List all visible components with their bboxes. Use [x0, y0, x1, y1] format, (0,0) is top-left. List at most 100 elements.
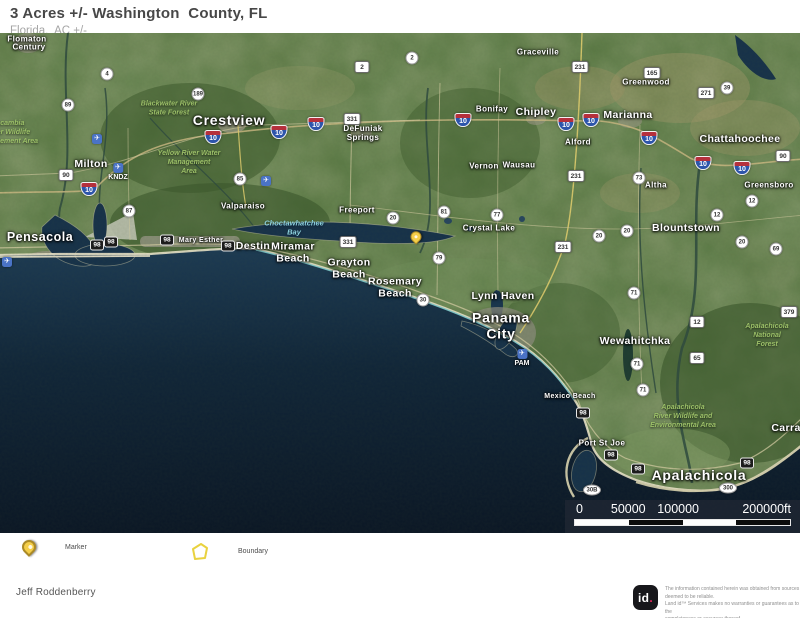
marker-icon — [22, 540, 36, 554]
route-shield-10: 10 — [641, 131, 658, 145]
map-city-label: Century — [12, 44, 45, 53]
legend-item-boundary: Boundary — [190, 542, 268, 561]
route-shield-4: 4 — [101, 68, 114, 81]
map-city-label: Alford — [565, 139, 591, 148]
marker-pin-icon[interactable] — [408, 229, 424, 245]
route-shield-30: 30 — [417, 294, 430, 307]
map-city-label: Blountstown — [652, 223, 720, 235]
route-shield-90: 90 — [59, 169, 74, 181]
route-shield-89: 89 — [62, 99, 75, 112]
map-city-label: Apalachicola — [652, 468, 747, 484]
map-city-label: Rosemary Beach — [368, 276, 422, 300]
map-city-label: Milton — [74, 159, 107, 171]
airport-icon: ✈ — [2, 257, 12, 267]
map-scale-bar: 0 50000 100000 200000ft — [565, 500, 800, 533]
map-city-label: Crestview — [193, 113, 265, 129]
map-annotations: FlomatonCenturyMiltonPensacolaCrestviewD… — [0, 33, 800, 533]
route-shield-20: 20 — [387, 212, 400, 225]
route-shield-20: 20 — [593, 230, 606, 243]
route-shield-165: 165 — [644, 67, 661, 79]
airport-code-label: PAM — [514, 360, 529, 367]
map-city-label: Wausau — [503, 162, 536, 171]
map-city-label: Port St Joe — [579, 440, 626, 449]
route-shield-231: 231 — [572, 61, 589, 73]
airplane-icon: ✈ — [92, 134, 102, 144]
scale-label-50000: 50000 — [611, 502, 646, 516]
route-shield-231: 231 — [555, 241, 572, 253]
map-water-label: Choctawhatchee Bay — [264, 219, 324, 238]
scale-label-0: 0 — [576, 502, 583, 516]
map-city-label: Pensacola — [7, 230, 73, 244]
route-shield-30B: 30B — [583, 485, 601, 496]
map-area-label: Yellow River Water Management Area — [158, 150, 221, 176]
scale-label-200000ft: 200000ft — [742, 502, 791, 516]
route-shield-12: 12 — [746, 195, 759, 208]
legend-boundary-label: Boundary — [238, 548, 268, 555]
route-shield-98: 98 — [104, 237, 118, 248]
scale-label-100000: 100000 — [657, 502, 699, 516]
map-city-label: Marianna — [603, 110, 652, 122]
airport-icon: ✈PAM — [514, 349, 529, 367]
legend-item-marker: Marker — [22, 540, 87, 554]
map-city-label: Mary Esther — [179, 237, 223, 245]
route-shield-98: 98 — [90, 240, 104, 251]
land-id-logo: id. — [633, 585, 658, 610]
legend-marker-label: Marker — [65, 544, 87, 551]
route-shield-10: 10 — [695, 156, 712, 170]
map-city-label: DeFuniak Springs — [343, 125, 382, 143]
map-city-label: Grayton Beach — [327, 257, 370, 281]
route-shield-81: 81 — [438, 206, 451, 219]
logo-dot: . — [649, 591, 653, 605]
map-city-label: Greensboro — [744, 182, 793, 191]
route-shield-271: 271 — [698, 87, 715, 99]
route-shield-69: 69 — [770, 243, 783, 256]
route-shield-12: 12 — [711, 209, 724, 222]
airplane-icon: ✈ — [517, 349, 527, 359]
boundary-icon — [190, 542, 210, 561]
route-shield-90: 90 — [776, 150, 791, 162]
airport-icon: ✈KNDZ — [108, 163, 127, 181]
route-shield-2: 2 — [355, 61, 370, 73]
map-city-label: Crystal Lake — [463, 225, 515, 234]
map-city-label: Vernon — [469, 163, 499, 172]
satellite-map[interactable]: FlomatonCenturyMiltonPensacolaCrestviewD… — [0, 33, 800, 533]
airport-icon: ✈ — [261, 176, 271, 186]
route-shield-65: 65 — [690, 352, 705, 364]
route-shield-98: 98 — [576, 408, 590, 419]
airport-code-label: KNDZ — [108, 174, 127, 181]
route-shield-10: 10 — [583, 113, 600, 127]
scale-labels: 0 50000 100000 200000ft — [574, 502, 791, 517]
route-shield-379: 379 — [781, 306, 798, 318]
map-city-label: Chipley — [516, 107, 557, 119]
logo-text: id — [638, 591, 649, 605]
route-shield-2: 2 — [406, 52, 419, 65]
route-shield-71: 71 — [631, 358, 644, 371]
route-shield-189: 189 — [192, 88, 205, 101]
map-city-label: Miramar Beach — [271, 241, 315, 265]
route-shield-98: 98 — [740, 458, 754, 469]
map-city-label: Freeport — [339, 207, 375, 216]
map-city-label: Graceville — [517, 49, 559, 58]
route-shield-71: 71 — [628, 287, 641, 300]
map-legend: Marker Boundary — [0, 537, 800, 565]
map-city-label: Panama City — [472, 310, 530, 341]
map-area-label: Escambia River Wildlife Management Area — [0, 120, 38, 146]
route-shield-79: 79 — [433, 252, 446, 265]
route-shield-331: 331 — [340, 236, 357, 248]
page-title: 3 Acres +/- Washington County, FL — [10, 5, 268, 22]
map-area-label: Apalachicola National Forest — [745, 323, 788, 349]
map-city-label: Altha — [645, 182, 667, 191]
scale-bar-segments — [574, 519, 791, 526]
route-shield-98: 98 — [604, 450, 618, 461]
map-city-label: Lynn Haven — [471, 291, 534, 303]
map-city-label: Valparaiso — [221, 203, 265, 212]
route-shield-231: 231 — [568, 170, 585, 182]
airport-icon: ✈ — [92, 134, 102, 144]
property-marker-pin[interactable] — [411, 231, 422, 242]
map-area-label: Blackwater River State Forest — [141, 100, 197, 118]
map-city-label: Wewahitchka — [600, 336, 671, 348]
route-shield-300: 300 — [719, 483, 737, 494]
route-shield-12: 12 — [690, 316, 705, 328]
route-shield-39: 39 — [721, 82, 734, 95]
airplane-icon: ✈ — [261, 176, 271, 186]
